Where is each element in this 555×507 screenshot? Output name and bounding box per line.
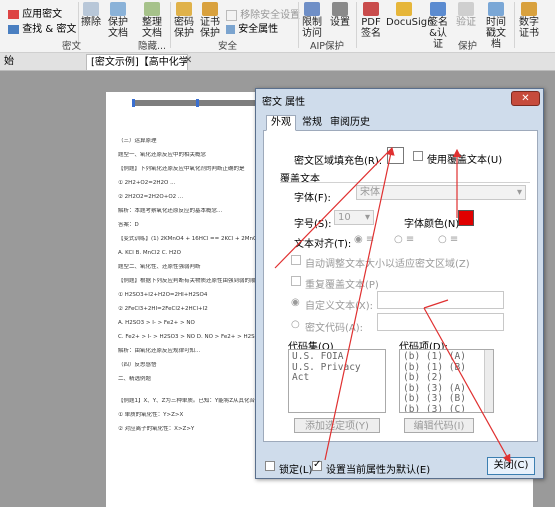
annotation-arrow xyxy=(324,146,395,461)
tab-appearance[interactable]: 外观 xyxy=(266,115,296,131)
annotation-arrow xyxy=(274,147,393,269)
annotation-arrow xyxy=(423,299,449,309)
annotation-layer xyxy=(274,146,511,464)
annotation-arrow xyxy=(423,307,511,464)
